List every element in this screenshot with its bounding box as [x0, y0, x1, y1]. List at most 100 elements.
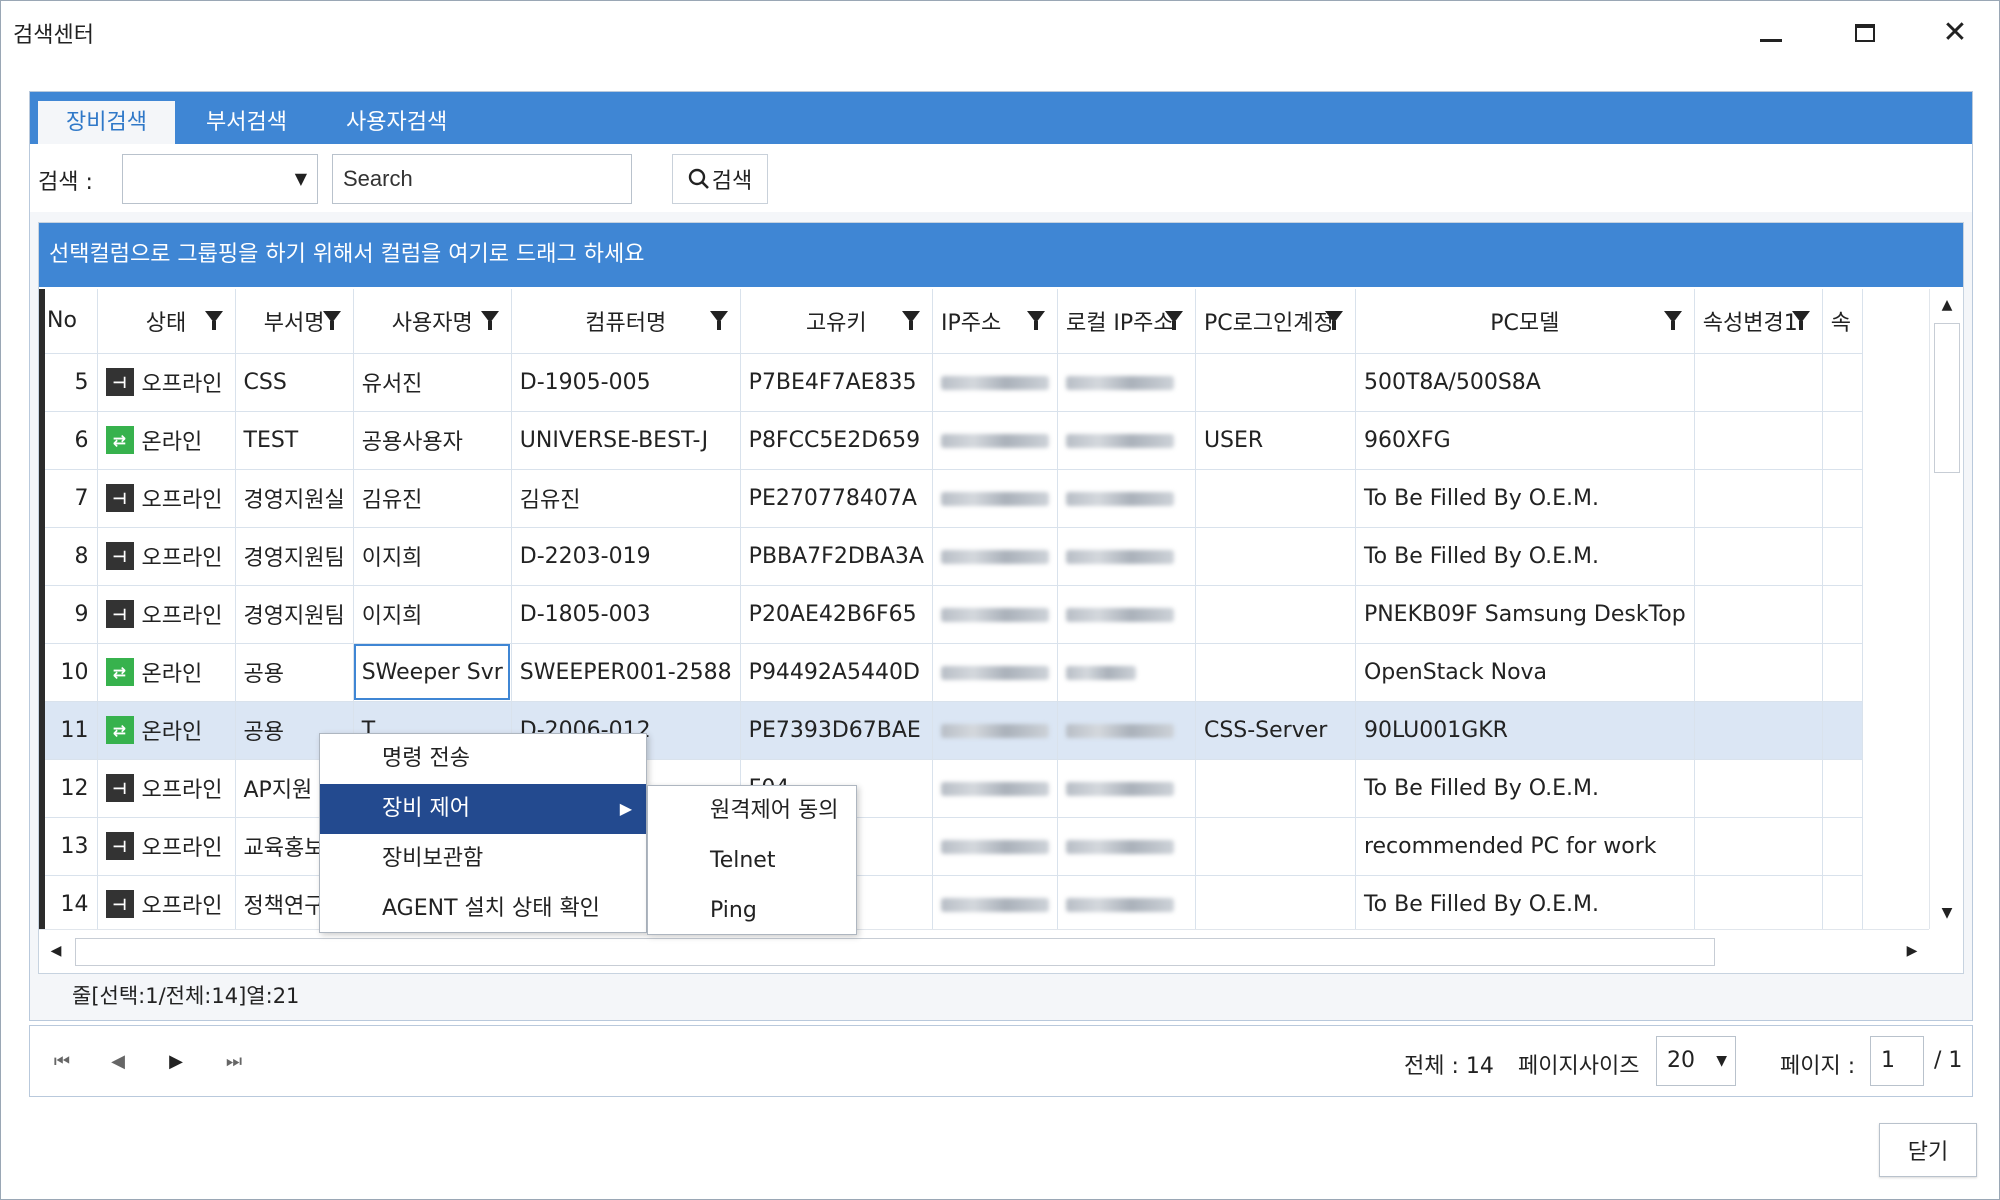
filter-icon[interactable] [480, 311, 499, 330]
cell-department[interactable]: 경영지원팀 [235, 527, 354, 586]
cell-model[interactable]: To Be Filled By O.E.M. [1355, 875, 1695, 929]
table-row[interactable]: 7 ⊣ 오프라인 경영지원실 김유진 김유진 PE270778407A To Be Fille… [39, 469, 1863, 528]
cell-status[interactable]: ⇄ 온라인 [97, 701, 236, 760]
cell-local-ip[interactable] [1057, 643, 1196, 702]
cell-key[interactable]: PE7393D67BAE [740, 701, 933, 760]
cell-computer[interactable]: D-1805-003 [511, 585, 741, 644]
cell-ip[interactable] [932, 817, 1058, 876]
cell-login[interactable] [1195, 643, 1356, 702]
filter-icon[interactable] [322, 311, 341, 330]
cell-attr1[interactable] [1694, 353, 1823, 412]
cell-model[interactable]: PNEKB09F Samsung DeskTop [1355, 585, 1695, 644]
cell-extra[interactable] [1822, 469, 1863, 528]
menu-item-agent-status[interactable]: AGENT 설치 상태 확인 [320, 884, 646, 934]
page-number-input[interactable]: 1 [1870, 1036, 1924, 1086]
cell-local-ip[interactable] [1057, 759, 1196, 818]
cell-local-ip[interactable] [1057, 875, 1196, 929]
cell-no[interactable]: 13 [39, 817, 98, 876]
filter-icon[interactable] [1663, 311, 1682, 330]
scroll-down-icon[interactable]: ▼ [1930, 897, 1964, 929]
cell-no[interactable]: 14 [39, 875, 98, 929]
submenu-item-telnet[interactable]: Telnet [648, 836, 856, 886]
cell-computer[interactable]: UNIVERSE-BEST-J [511, 411, 741, 470]
cell-local-ip[interactable] [1057, 411, 1196, 470]
cell-no[interactable]: 6 [39, 411, 98, 470]
filter-icon[interactable] [1026, 311, 1045, 330]
column-header-department[interactable]: 부서명 [235, 289, 354, 354]
cell-no[interactable]: 11 [39, 701, 98, 760]
cell-local-ip[interactable] [1057, 527, 1196, 586]
cell-attr1[interactable] [1694, 817, 1823, 876]
cell-status[interactable]: ⊣ 오프라인 [97, 585, 236, 644]
scroll-right-icon[interactable]: ▶ [1897, 936, 1927, 966]
table-row[interactable]: 10 ⇄ 온라인 공용 SWeeper Svr SWEEPER001-2588 P94492… [39, 643, 1863, 702]
first-page-icon[interactable]: ⏮ [48, 1048, 76, 1076]
tab-device-search[interactable]: 장비검색 [38, 101, 175, 144]
cell-extra[interactable] [1822, 759, 1863, 818]
table-row[interactable]: 12⊣오프라인AP지원F04To Be Filled By O.E.M. [39, 759, 1863, 818]
cell-model[interactable]: To Be Filled By O.E.M. [1355, 527, 1695, 586]
horizontal-scrollbar[interactable]: ◀ ▶ [39, 929, 1929, 973]
filter-icon[interactable] [204, 311, 223, 330]
table-row[interactable]: 5 ⊣ 오프라인 CSS 유서진 D-1905-005 P7BE4F7AE835 500T8A… [39, 353, 1863, 412]
cell-status[interactable]: ⊣ 오프라인 [97, 469, 236, 528]
column-header-status[interactable]: 상태 [97, 289, 236, 354]
cell-status[interactable]: ⇄ 온라인 [97, 411, 236, 470]
cell-key[interactable]: P7BE4F7AE835 [740, 353, 933, 412]
cell-login[interactable] [1195, 817, 1356, 876]
cell-ip[interactable] [932, 527, 1058, 586]
column-header-local-ip[interactable]: 로컬 IP주소 [1057, 289, 1196, 354]
last-page-icon[interactable]: ⏭ [220, 1048, 248, 1076]
cell-ip[interactable] [932, 469, 1058, 528]
next-page-icon[interactable]: ▶ [162, 1048, 190, 1076]
cell-ip[interactable] [932, 353, 1058, 412]
cell-no[interactable]: 7 [39, 469, 98, 528]
cell-computer[interactable]: SWEEPER001-2588 [511, 643, 741, 702]
table-row[interactable]: 6 ⇄ 온라인 TEST 공용사용자 UNIVERSE-BEST-J P8FCC5E2D65… [39, 411, 1863, 470]
menu-item-device-control[interactable]: 장비 제어 ▶ [320, 784, 646, 834]
submenu-item-remote-consent[interactable]: 원격제어 동의 [648, 786, 856, 836]
cell-login[interactable] [1195, 585, 1356, 644]
cell-extra[interactable] [1822, 875, 1863, 929]
close-window-button[interactable]: ✕ [1927, 11, 1983, 55]
cell-local-ip[interactable] [1057, 585, 1196, 644]
submenu-item-ping[interactable]: Ping [648, 886, 856, 936]
cell-status[interactable]: ⇄ 온라인 [97, 643, 236, 702]
cell-model[interactable]: 500T8A/500S8A [1355, 353, 1695, 412]
cell-no[interactable]: 5 [39, 353, 98, 412]
page-size-select[interactable]: 20 ▼ [1656, 1036, 1736, 1086]
cell-login[interactable] [1195, 469, 1356, 528]
cell-department[interactable]: 경영지원실 [235, 469, 354, 528]
cell-attr1[interactable] [1694, 701, 1823, 760]
cell-key[interactable]: P8FCC5E2D659 [740, 411, 933, 470]
cell-computer[interactable]: D-1905-005 [511, 353, 741, 412]
cell-user[interactable]: 이지희 [353, 585, 512, 644]
menu-item-device-storage[interactable]: 장비보관함 [320, 834, 646, 884]
cell-ip[interactable] [932, 585, 1058, 644]
close-button[interactable]: 닫기 [1879, 1123, 1977, 1177]
cell-model[interactable]: OpenStack Nova [1355, 643, 1695, 702]
cell-login[interactable] [1195, 527, 1356, 586]
cell-login[interactable] [1195, 353, 1356, 412]
cell-status[interactable]: ⊣ 오프라인 [97, 527, 236, 586]
column-header-ip[interactable]: IP주소 [932, 289, 1058, 354]
column-header-login[interactable]: PC로그인계정 [1195, 289, 1356, 354]
cell-extra[interactable] [1822, 585, 1863, 644]
cell-key[interactable]: PE270778407A [740, 469, 933, 528]
cell-attr1[interactable] [1694, 411, 1823, 470]
cell-status[interactable]: ⊣ 오프라인 [97, 353, 236, 412]
cell-login[interactable] [1195, 875, 1356, 929]
cell-model[interactable]: recommended PC for work [1355, 817, 1695, 876]
cell-extra[interactable] [1822, 527, 1863, 586]
filter-icon[interactable] [709, 311, 728, 330]
cell-key[interactable]: P20AE42B6F65 [740, 585, 933, 644]
cell-ip[interactable] [932, 759, 1058, 818]
cell-no[interactable]: 8 [39, 527, 98, 586]
filter-icon[interactable] [1324, 311, 1343, 330]
table-row[interactable]: 8 ⊣ 오프라인 경영지원팀 이지희 D-2203-019 PBBA7F2DBA3A To B… [39, 527, 1863, 586]
prev-page-icon[interactable]: ◀ [104, 1048, 132, 1076]
column-header-no[interactable]: No [39, 289, 98, 354]
vertical-scrollbar[interactable]: ▲ ▼ [1929, 289, 1963, 929]
cell-department[interactable]: CSS [235, 353, 354, 412]
table-row[interactable]: 11 ⇄ 온라인 공용 T D-2006-012 PE7393D67BAE CSS-Serve… [39, 701, 1863, 760]
